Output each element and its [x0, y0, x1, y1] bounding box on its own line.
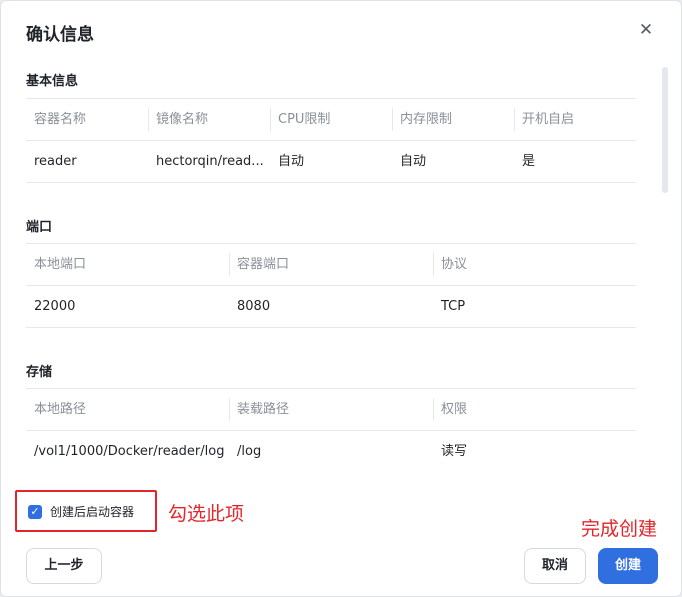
table-cell: TCP	[441, 299, 466, 314]
column-header: 镜像名称	[148, 99, 270, 140]
column-header: CPU限制	[270, 99, 392, 140]
basic-info-table: 容器名称 镜像名称 CPU限制 内存限制 开机自启 reader hectorq…	[26, 98, 636, 183]
column-header: 容器名称	[34, 112, 87, 127]
create-button[interactable]: 创建	[598, 548, 658, 584]
start-after-create-checkbox[interactable]: ✓	[28, 505, 42, 519]
table-cell: /log	[237, 444, 262, 459]
table-cell: 读写	[441, 444, 468, 459]
annotation-finish-create: 完成创建	[581, 518, 658, 540]
section-title-ports: 端口	[26, 220, 53, 235]
table-cell: 是	[522, 154, 536, 169]
column-header: 本地端口	[34, 257, 87, 272]
table-row: /vol1/1000/Docker/reader/log /log 读写	[26, 430, 636, 472]
column-header: 开机自启	[514, 99, 636, 140]
column-header: 装载路径	[229, 389, 433, 430]
table-row: reader hectorqin/read... 自动 自动 是	[26, 140, 636, 183]
start-after-create-option[interactable]: ✓ 创建后启动容器	[15, 490, 157, 532]
cancel-button[interactable]: 取消	[524, 548, 586, 584]
section-title-basic: 基本信息	[26, 74, 79, 89]
column-header: 内存限制	[392, 99, 514, 140]
storage-table: 本地路径 装载路径 权限 /vol1/1000/Docker/reader/lo…	[26, 388, 636, 472]
table-cell: 8080	[237, 299, 271, 314]
close-icon[interactable]: ✕	[637, 21, 655, 39]
scrollbar[interactable]	[662, 67, 668, 193]
table-row: 22000 8080 TCP	[26, 285, 636, 328]
ports-table: 本地端口 容器端口 协议 22000 8080 TCP	[26, 243, 636, 328]
table-cell: reader	[34, 154, 77, 169]
previous-step-button[interactable]: 上一步	[26, 548, 102, 584]
start-after-create-label[interactable]: 创建后启动容器	[50, 503, 134, 520]
column-header: 本地路径	[34, 402, 87, 417]
table-cell: hectorqin/read...	[156, 154, 264, 169]
annotation-check-this: 勾选此项	[168, 503, 245, 525]
confirm-dialog: 确认信息 ✕ 基本信息 容器名称 镜像名称 CPU限制 内存限制 开机自启 re…	[0, 0, 682, 597]
section-title-storage: 存储	[26, 365, 53, 380]
table-header-row: 本地路径 装载路径 权限	[26, 388, 636, 430]
table-header-row: 本地端口 容器端口 协议	[26, 243, 636, 285]
table-cell: 22000	[34, 299, 76, 314]
column-header: 容器端口	[229, 244, 433, 285]
table-header-row: 容器名称 镜像名称 CPU限制 内存限制 开机自启	[26, 98, 636, 140]
table-cell: /vol1/1000/Docker/reader/log	[34, 444, 225, 459]
dialog-title: 确认信息	[26, 25, 94, 45]
table-cell: 自动	[278, 154, 305, 169]
column-header: 协议	[433, 244, 636, 285]
column-header: 权限	[433, 389, 636, 430]
table-cell: 自动	[400, 154, 427, 169]
